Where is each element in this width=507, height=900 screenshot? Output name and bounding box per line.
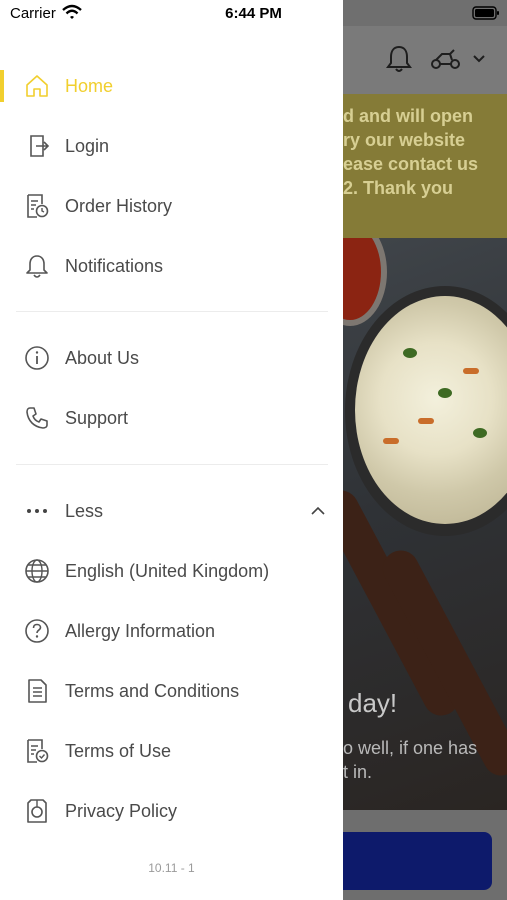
leaf-shape bbox=[438, 388, 452, 398]
globe-icon bbox=[22, 556, 52, 586]
app-version: 10.11 - 1 bbox=[148, 861, 195, 875]
question-icon bbox=[22, 616, 52, 646]
order-history-icon bbox=[22, 191, 52, 221]
menu-item-privacy-policy[interactable]: Privacy Policy bbox=[0, 785, 343, 837]
menu-item-home[interactable]: Home bbox=[0, 60, 343, 112]
notice-banner: d and will open ry our website ease cont… bbox=[343, 94, 507, 238]
more-dots-icon bbox=[22, 496, 52, 526]
info-icon bbox=[22, 343, 52, 373]
menu-item-about-us[interactable]: About Us bbox=[0, 332, 343, 384]
phone-icon bbox=[22, 403, 52, 433]
menu-item-support[interactable]: Support bbox=[0, 392, 343, 444]
delivery-scooter-icon[interactable] bbox=[430, 48, 462, 70]
login-icon bbox=[22, 131, 52, 161]
hero-text-line: t in. bbox=[343, 762, 373, 782]
sauce-bowl bbox=[343, 238, 387, 326]
document-check-icon bbox=[22, 736, 52, 766]
menu-label: Login bbox=[65, 135, 110, 156]
divider bbox=[16, 311, 328, 312]
menu-item-language[interactable]: English (United Kingdom) bbox=[0, 545, 343, 597]
carrot-shape bbox=[383, 438, 399, 444]
menu-label: About Us bbox=[65, 347, 140, 368]
menu-label: English (United Kingdom) bbox=[65, 560, 270, 581]
hero-title: day! bbox=[348, 688, 398, 718]
menu-item-order-history[interactable]: Order History bbox=[0, 180, 343, 232]
menu-item-notifications[interactable]: Notifications bbox=[0, 240, 343, 292]
menu-label: Privacy Policy bbox=[65, 800, 178, 821]
menu-label: Allergy Information bbox=[65, 620, 216, 641]
document-icon bbox=[22, 676, 52, 706]
menu-label: Home bbox=[65, 75, 114, 96]
menu-label: Terms of Use bbox=[65, 740, 172, 761]
battery-icon bbox=[472, 6, 499, 20]
chevron-up-icon bbox=[311, 506, 325, 515]
menu-label: Terms and Conditions bbox=[65, 680, 240, 701]
menu-item-allergy-information[interactable]: Allergy Information bbox=[0, 605, 343, 657]
banner-line: 2. Thank you bbox=[343, 178, 454, 198]
chevron-down-icon[interactable] bbox=[472, 54, 486, 64]
bell-icon bbox=[22, 251, 52, 281]
banner-line: ease contact us bbox=[343, 154, 479, 174]
menu-label: Notifications bbox=[65, 255, 164, 276]
menu-label: Order History bbox=[65, 195, 173, 216]
menu-item-login[interactable]: Login bbox=[0, 120, 343, 172]
menu-toggle-less[interactable]: Less bbox=[0, 485, 343, 537]
carrot-shape bbox=[418, 418, 434, 424]
divider bbox=[16, 464, 328, 465]
primary-action-button[interactable] bbox=[320, 832, 492, 890]
leaf-shape bbox=[403, 348, 417, 358]
status-bar: Carrier 6:44 PM bbox=[0, 0, 507, 26]
home-icon bbox=[22, 71, 52, 101]
privacy-icon bbox=[22, 796, 52, 826]
menu-item-terms-of-use[interactable]: Terms of Use bbox=[0, 725, 343, 777]
bell-icon[interactable] bbox=[386, 44, 412, 74]
menu-label: Less bbox=[65, 500, 104, 521]
side-drawer: Home Login Order History Notifications A… bbox=[0, 0, 343, 900]
hero-food-image bbox=[343, 238, 507, 810]
banner-line: d and will open bbox=[343, 106, 473, 126]
leaf-shape bbox=[473, 428, 487, 438]
carrot-shape bbox=[463, 368, 479, 374]
menu-item-terms-and-conditions[interactable]: Terms and Conditions bbox=[0, 665, 343, 717]
banner-line: ry our website bbox=[343, 130, 466, 150]
status-time: 6:44 PM bbox=[225, 5, 282, 22]
menu-label: Support bbox=[65, 407, 129, 428]
hero-text-line: o well, if one has bbox=[343, 738, 478, 758]
